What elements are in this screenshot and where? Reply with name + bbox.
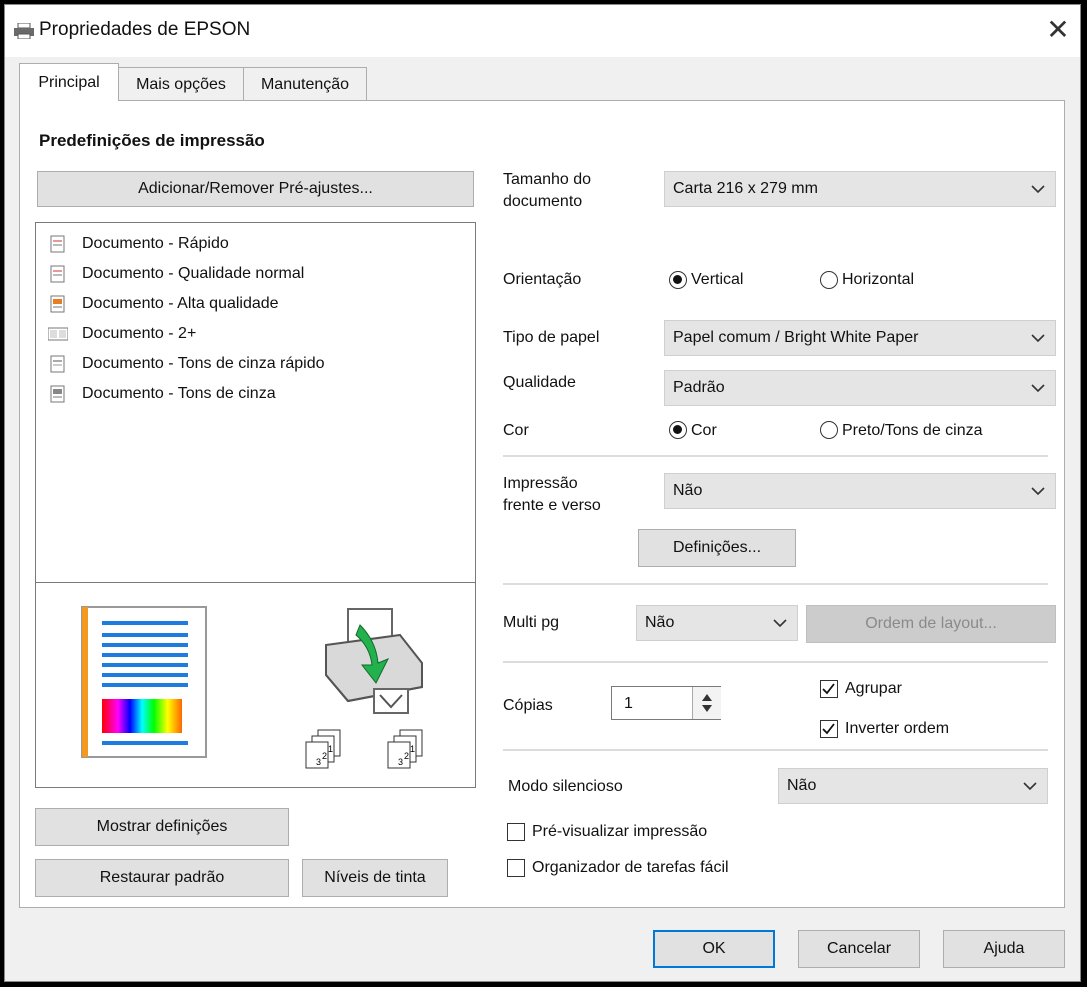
tab-manutencao[interactable]: Manutenção: [243, 67, 367, 101]
show-settings-button[interactable]: Mostrar definições: [35, 808, 289, 846]
check-icon: [822, 683, 835, 695]
grayscale-option-label: Preto/Tons de cinza: [842, 422, 983, 439]
two-up-icon: [48, 327, 68, 341]
printer-icon: [14, 23, 34, 39]
orientation-horizontal-radio[interactable]: [820, 271, 838, 289]
preset-item[interactable]: Documento - Tons de cinza: [48, 383, 468, 407]
presets-list[interactable]: Documento - Rápido Documento - Qualidade…: [35, 222, 476, 788]
chevron-down-icon: [1023, 782, 1037, 791]
color-radio[interactable]: [669, 421, 687, 439]
orientation-label: Orientação: [503, 271, 582, 288]
chevron-down-icon: [1031, 487, 1045, 496]
preset-item[interactable]: Documento - Tons de cinza rápido: [48, 353, 468, 377]
collate-checkbox[interactable]: [820, 680, 838, 698]
quality-dropdown[interactable]: Padrão: [664, 370, 1056, 406]
separator: [503, 583, 1048, 585]
printer-properties-dialog: Propriedades de EPSON ✕ Principal Mais o…: [4, 4, 1081, 982]
multipage-dropdown[interactable]: Não: [636, 605, 798, 641]
chevron-down-icon: [1031, 185, 1045, 194]
duplex-settings-button[interactable]: Definições...: [638, 529, 796, 567]
preset-item[interactable]: Documento - 2+: [48, 323, 468, 347]
svg-text:3: 3: [398, 757, 403, 767]
collated-pages-icon: 123: [305, 729, 341, 769]
page-preview-icon: [81, 606, 207, 758]
preset-item[interactable]: Documento - Alta qualidade: [48, 293, 468, 317]
preset-item[interactable]: Documento - Qualidade normal: [48, 263, 468, 287]
arrow-up-icon[interactable]: [702, 693, 712, 701]
color-option-label: Cor: [691, 422, 717, 439]
paper-type-dropdown[interactable]: Papel comum / Bright White Paper: [664, 320, 1056, 356]
job-arranger-label: Organizador de tarefas fácil: [532, 859, 729, 876]
print-preview-label: Pré-visualizar impressão: [532, 823, 708, 840]
tab-mais-opcoes[interactable]: Mais opções: [118, 67, 244, 101]
printer-feed-icon: [325, 608, 423, 714]
check-icon: [822, 723, 835, 735]
help-button[interactable]: Ajuda: [943, 930, 1065, 968]
document-icon: [50, 235, 65, 253]
copies-label: Cópias: [503, 697, 553, 714]
duplex-label: Impressão frente e verso: [503, 475, 601, 514]
quality-label: Qualidade: [503, 374, 576, 391]
separator: [503, 749, 1048, 751]
reverse-order-checkbox[interactable]: [820, 720, 838, 738]
document-size-dropdown[interactable]: Carta 216 x 279 mm: [664, 171, 1056, 207]
orientation-vertical-label: Vertical: [691, 271, 744, 288]
arrow-down-icon[interactable]: [702, 705, 712, 713]
tab-principal[interactable]: Principal: [19, 63, 119, 101]
cancel-button[interactable]: Cancelar: [798, 930, 920, 968]
orientation-horizontal-label: Horizontal: [842, 271, 915, 288]
document-high-quality-icon: [50, 295, 65, 313]
reverse-order-label: Inverter ordem: [845, 720, 950, 737]
preset-item[interactable]: Documento - Rápido: [48, 233, 468, 257]
job-arranger-checkbox[interactable]: [507, 859, 525, 877]
color-label: Cor: [503, 422, 529, 439]
svg-text:2: 2: [322, 751, 327, 761]
svg-text:3: 3: [316, 757, 321, 767]
reverse-order-pages-icon: 123: [387, 729, 423, 769]
restore-defaults-button[interactable]: Restaurar padrão: [35, 859, 289, 897]
multipage-label: Multi pg: [503, 614, 560, 631]
layout-order-button[interactable]: Ordem de layout...: [806, 605, 1056, 643]
grayscale-icon: [50, 385, 65, 403]
svg-text:1: 1: [328, 744, 333, 754]
ink-levels-button[interactable]: Níveis de tinta: [302, 859, 448, 897]
duplex-dropdown[interactable]: Não: [664, 473, 1056, 509]
chevron-down-icon: [773, 619, 787, 628]
preview-divider: [36, 582, 475, 583]
presets-heading: Predefinições de impressão: [39, 131, 265, 150]
copies-input[interactable]: 1: [624, 695, 633, 713]
quiet-mode-label: Modo silencioso: [508, 778, 623, 795]
chevron-down-icon: [1031, 384, 1045, 393]
chevron-down-icon: [1031, 334, 1045, 343]
copies-spin-buttons[interactable]: [692, 687, 721, 719]
orientation-vertical-radio[interactable]: [669, 271, 687, 289]
print-preview-checkbox[interactable]: [507, 823, 525, 841]
collate-label: Agrupar: [845, 680, 902, 697]
add-remove-presets-button[interactable]: Adicionar/Remover Pré-ajustes...: [37, 171, 474, 207]
close-icon[interactable]: ✕: [1041, 13, 1075, 47]
svg-text:1: 1: [410, 744, 415, 754]
document-size-label: Tamanho do documento: [503, 171, 592, 210]
grayscale-fast-icon: [50, 355, 65, 373]
ok-button[interactable]: OK: [653, 930, 775, 968]
separator: [503, 661, 1048, 663]
document-icon: [50, 265, 65, 283]
copies-stepper[interactable]: 1: [611, 686, 721, 720]
window-title: Propriedades de EPSON: [39, 19, 251, 40]
separator: [503, 455, 1048, 457]
svg-text:2: 2: [404, 751, 409, 761]
grayscale-radio[interactable]: [820, 421, 838, 439]
title-bar: Propriedades de EPSON ✕: [5, 5, 1080, 57]
quiet-mode-dropdown[interactable]: Não: [778, 768, 1048, 804]
paper-type-label: Tipo de papel: [503, 329, 600, 346]
